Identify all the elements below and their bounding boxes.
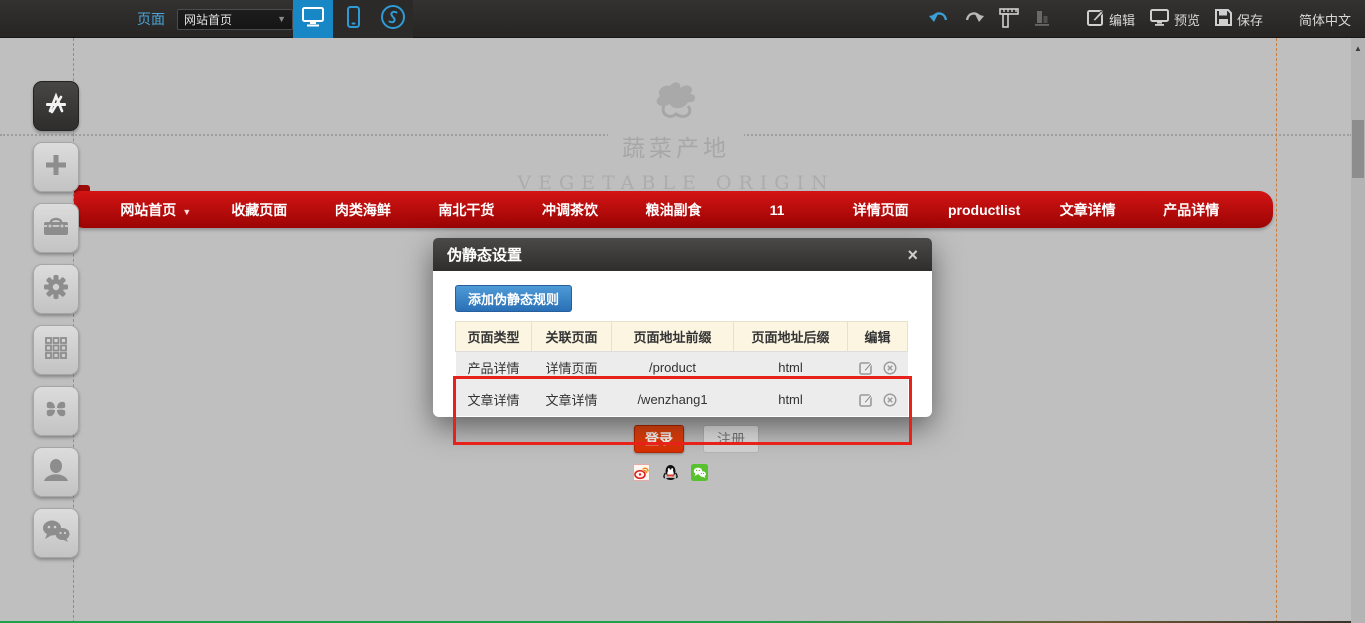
sidebar-item-modules-grid[interactable] (33, 325, 79, 375)
col-header-linked-page: 关联页面 (532, 322, 612, 352)
sidebar-item-widgets[interactable] (33, 386, 79, 436)
row-delete-icon[interactable] (883, 361, 897, 375)
add-module-icon (43, 152, 69, 183)
edit-label: 编辑 (1109, 10, 1135, 29)
cell-linked-page: 文章详情 (532, 384, 612, 416)
grid-modules-icon (43, 335, 69, 366)
sidebar-item-wechat[interactable] (33, 508, 79, 558)
qq-icon[interactable] (662, 464, 679, 481)
cell-page-type: 文章详情 (456, 384, 532, 416)
scrollbar-thumb[interactable] (1352, 120, 1364, 178)
site-navbar: 网站首页▼ 收藏页面 肉类海鲜 南北干货 冲调茶饮 粮油副食 11 详情页面 p… (74, 191, 1273, 228)
vegetable-logo-icon (650, 80, 702, 127)
nav-item-product-detail[interactable]: 产品详情 (1139, 200, 1243, 220)
scroll-up-arrow-icon[interactable]: ▲ (1351, 44, 1365, 53)
redo-icon (964, 11, 984, 28)
nav-dropdown-caret-icon: ▼ (182, 207, 191, 217)
preview-label: 预览 (1174, 10, 1200, 29)
undo-button[interactable] (929, 11, 949, 28)
sidebar-item-settings[interactable] (33, 264, 79, 314)
col-header-page-type: 页面类型 (456, 322, 532, 352)
desktop-icon (302, 7, 324, 32)
cell-url-suffix: html (734, 384, 848, 416)
mobile-icon (347, 6, 360, 33)
save-floppy-icon (1215, 9, 1232, 29)
nav-item-grain-oil[interactable]: 粮油副食 (622, 200, 726, 220)
row-delete-icon[interactable] (883, 393, 897, 407)
edit-pencil-icon (1087, 9, 1104, 29)
preview-monitor-icon (1150, 9, 1169, 29)
ruler-button[interactable] (999, 8, 1019, 31)
stats-button[interactable] (1034, 9, 1051, 30)
social-login-row (633, 464, 708, 481)
cell-page-type: 产品详情 (456, 352, 532, 384)
cell-url-prefix: /product (612, 352, 734, 384)
save-label: 保存 (1237, 10, 1263, 29)
language-label: 简体中文 (1299, 10, 1351, 29)
vertical-scrollbar[interactable]: ▲ (1351, 38, 1365, 623)
dialog-header[interactable]: 伪静态设置 × (433, 238, 932, 271)
language-switch[interactable]: 简体中文 (1299, 10, 1351, 29)
page-label: 页面 (137, 9, 165, 29)
cell-url-prefix: /wenzhang1 (612, 384, 734, 416)
cell-linked-page: 详情页面 (532, 352, 612, 384)
col-header-edit: 编辑 (848, 322, 908, 352)
wechat-share-icon[interactable] (691, 464, 708, 481)
row-edit-icon[interactable] (859, 361, 873, 375)
table-row: 产品详情 详情页面 /product html (456, 352, 908, 384)
save-button[interactable]: 保存 (1215, 9, 1263, 29)
col-header-url-prefix: 页面地址前缀 (612, 322, 734, 352)
ruler-icon (999, 8, 1019, 31)
rules-table: 页面类型 关联页面 页面地址前缀 页面地址后缀 编辑 产品详情 详情页面 /pr… (455, 321, 908, 416)
undo-icon (929, 11, 949, 28)
login-button[interactable]: 登录 (634, 425, 684, 453)
member-icon (42, 457, 70, 488)
sidebar-item-member[interactable] (33, 447, 79, 497)
wechat-icon (41, 519, 71, 548)
page-dropdown[interactable]: 网站首页 ▼ (177, 9, 293, 30)
redo-button[interactable] (964, 11, 984, 28)
cell-url-suffix: html (734, 352, 848, 384)
row-edit-icon[interactable] (859, 393, 873, 407)
sidebar-item-design-market[interactable] (33, 81, 79, 131)
site-logo: 蔬菜产地 VEGETABLE ORIGIN (0, 80, 1352, 194)
site-title: 蔬菜产地 (608, 129, 744, 163)
design-market-icon (42, 90, 70, 123)
settings-gear-icon (42, 273, 70, 306)
sidebar-item-add-module[interactable] (33, 142, 79, 192)
edit-button[interactable]: 编辑 (1087, 9, 1135, 29)
nav-item-favorites[interactable]: 收藏页面 (208, 200, 312, 220)
weibo-icon[interactable] (633, 464, 650, 481)
dialog-title: 伪静态设置 (447, 244, 522, 265)
responsive-view-button[interactable] (373, 0, 413, 38)
nav-item-11[interactable]: 11 (725, 202, 829, 218)
nav-item-detail-page[interactable]: 详情页面 (829, 200, 933, 220)
desktop-view-button[interactable] (293, 0, 333, 38)
table-row: 文章详情 文章详情 /wenzhang1 html (456, 384, 908, 416)
page-dropdown-value: 网站首页 (184, 11, 232, 28)
nav-item-article-detail[interactable]: 文章详情 (1036, 200, 1140, 220)
nav-item-tea-drinks[interactable]: 冲调茶饮 (518, 200, 622, 220)
preview-button[interactable]: 预览 (1150, 9, 1200, 29)
pseudo-static-dialog: 伪静态设置 × 添加伪静态规则 页面类型 关联页面 页面地址前缀 页面地址后缀 … (433, 238, 932, 417)
register-button[interactable]: 注册 (703, 425, 759, 453)
chevron-down-icon: ▼ (277, 14, 286, 24)
clover-widgets-icon (43, 396, 69, 427)
nav-item-productlist[interactable]: productlist (932, 202, 1036, 218)
toolbox-icon (42, 214, 70, 243)
responsive-icon (380, 4, 406, 35)
sidebar-item-toolbox[interactable] (33, 203, 79, 253)
nav-item-meat-seafood[interactable]: 肉类海鲜 (311, 200, 415, 220)
top-toolbar: 页面 网站首页 ▼ (0, 0, 1365, 38)
editor-sidebar (33, 81, 79, 569)
add-rule-button[interactable]: 添加伪静态规则 (455, 285, 572, 312)
mobile-view-button[interactable] (333, 0, 373, 38)
stats-icon (1034, 9, 1051, 30)
close-icon[interactable]: × (907, 246, 918, 264)
col-header-url-suffix: 页面地址后缀 (734, 322, 848, 352)
nav-item-home[interactable]: 网站首页▼ (104, 200, 208, 220)
nav-item-dry-goods[interactable]: 南北干货 (415, 200, 519, 220)
